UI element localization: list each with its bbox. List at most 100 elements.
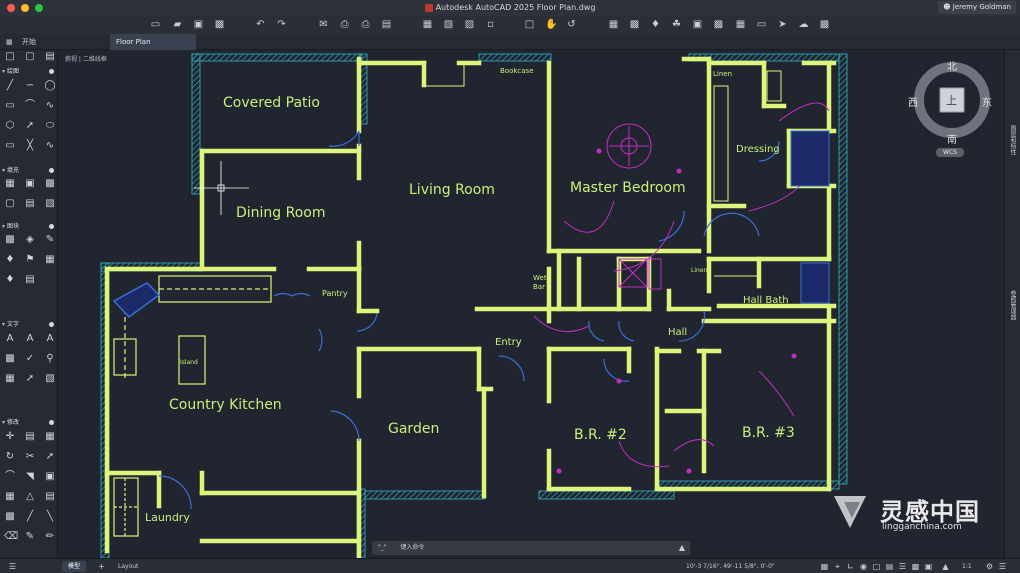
viewcube[interactable]: 北 南 西 东 上 WCS: [908, 58, 992, 170]
tool-palette-icon[interactable]: ☘: [671, 19, 682, 30]
extend-tool-icon[interactable]: ➚: [44, 451, 56, 463]
tab-floor-plan[interactable]: Floor Plan: [110, 34, 196, 50]
block-manage-icon[interactable]: ▤: [24, 274, 36, 286]
match-properties-icon[interactable]: ▨: [464, 19, 475, 30]
grid-view-icon[interactable]: ▦: [0, 34, 16, 50]
grid-toggle-icon[interactable]: ▦: [820, 562, 829, 571]
transparency-toggle-icon[interactable]: ▩: [911, 562, 920, 571]
send-icon[interactable]: ➤: [777, 19, 788, 30]
open-file-icon[interactable]: ▰: [172, 19, 183, 30]
leader-icon[interactable]: ➚: [24, 373, 36, 385]
layout-tab[interactable]: Layout: [112, 561, 144, 572]
edit-block-icon[interactable]: ✎: [44, 234, 56, 246]
attach-icon[interactable]: ▩: [629, 19, 640, 30]
xline-tool-icon[interactable]: ╳: [24, 140, 36, 152]
zoom-window-icon[interactable]: □: [524, 19, 535, 30]
block-palette-icon[interactable]: ▦: [44, 254, 56, 266]
section-options-icon[interactable]: [49, 420, 54, 425]
explode-tool-icon[interactable]: ▩: [4, 511, 16, 523]
layout-grid-icon[interactable]: ☰: [8, 562, 17, 571]
break-tool-icon[interactable]: ╲: [44, 511, 56, 523]
viewcube-east[interactable]: 东: [982, 94, 992, 109]
boundary-tool-icon[interactable]: ▩: [44, 178, 56, 190]
join-tool-icon[interactable]: ╱: [24, 511, 36, 523]
ellipse-tool-icon[interactable]: ⬭: [44, 120, 56, 132]
viewcube-top-face[interactable]: 上: [946, 92, 957, 108]
properties-icon[interactable]: ▧: [443, 19, 454, 30]
user-account-button[interactable]: ☻ Jeremy Goldman: [938, 1, 1016, 14]
batch-plot-icon[interactable]: ⎙: [360, 19, 371, 30]
polygon-tool-icon[interactable]: ⬡: [4, 120, 16, 132]
selection-cycling-icon[interactable]: ▣: [924, 562, 933, 571]
lineweight-toggle-icon[interactable]: ☰: [898, 562, 907, 571]
section-hatch[interactable]: ▾ 填充: [2, 166, 56, 175]
block-sync-icon[interactable]: ♦: [4, 274, 16, 286]
layer-icon[interactable]: ▦: [422, 19, 433, 30]
block-attribute-icon[interactable]: ♦: [4, 254, 16, 266]
block-tag-icon[interactable]: ⚑: [24, 254, 36, 266]
save-icon[interactable]: ▣: [193, 19, 204, 30]
wcs-menu[interactable]: WCS: [936, 148, 964, 157]
command-input-placeholder[interactable]: 键入命令: [400, 544, 424, 551]
insert-block-icon[interactable]: ▩: [4, 234, 16, 246]
pencil-tool-icon[interactable]: ✏: [44, 531, 56, 543]
scale-tool-icon[interactable]: ▣: [44, 471, 56, 483]
external-reference-icon[interactable]: ▦: [608, 19, 619, 30]
markup-icon[interactable]: ▣: [692, 19, 703, 30]
tab-start[interactable]: 开始: [16, 34, 42, 50]
multiline-text-icon[interactable]: A: [4, 333, 16, 345]
viewcube-south[interactable]: 南: [947, 131, 957, 146]
settings-gear-icon[interactable]: ⚙: [985, 562, 994, 571]
section-options-icon[interactable]: [49, 322, 54, 327]
wipeout-tool-icon[interactable]: ▢: [4, 198, 16, 210]
customize-menu-icon[interactable]: ☰: [998, 562, 1007, 571]
quick-calc-icon[interactable]: ▩: [713, 19, 724, 30]
find-text-icon[interactable]: ⚲: [44, 353, 56, 365]
cloud-icon[interactable]: ☁: [798, 19, 809, 30]
single-text-icon[interactable]: A: [24, 333, 36, 345]
snap-toggle-icon[interactable]: ⌖: [833, 562, 842, 571]
erase-tool-icon[interactable]: ⌫: [4, 531, 18, 543]
array-tool-icon[interactable]: ▦: [4, 491, 16, 503]
view-icon[interactable]: ▭: [756, 19, 767, 30]
create-block-icon[interactable]: ◈: [24, 234, 36, 246]
hatch-tool-icon[interactable]: ▦: [4, 178, 16, 190]
new-file-icon[interactable]: ▭: [150, 19, 161, 30]
rectangle-tool-icon[interactable]: ▭: [4, 100, 16, 112]
table-tool-icon[interactable]: ▧: [44, 198, 56, 210]
image-tool-icon[interactable]: ▤: [24, 198, 36, 210]
lengthen-tool-icon[interactable]: ✎: [24, 531, 36, 543]
command-line[interactable]: "_" 键入命令 ▲: [372, 541, 690, 555]
undo-icon[interactable]: ↶: [255, 19, 266, 30]
add-layout-icon[interactable]: +: [97, 562, 106, 571]
ortho-toggle-icon[interactable]: ∟: [846, 562, 855, 571]
drawing-canvas[interactable]: 俯视 | 二维线框 Covered Patio Dining Room Livi…: [59, 51, 1004, 558]
trim-tool-icon[interactable]: ✂: [24, 451, 36, 463]
section-modify[interactable]: ▾ 修改: [2, 418, 56, 427]
layers-properties-panel-tab[interactable]: 图层和特性: [1008, 125, 1017, 155]
redo-icon[interactable]: ↷: [276, 19, 287, 30]
viewcube-west[interactable]: 西: [908, 94, 918, 109]
stretch-tool-icon[interactable]: ▦: [44, 431, 56, 443]
mirror-tool-icon[interactable]: △: [24, 491, 36, 503]
section-block[interactable]: ▾ 图块: [2, 222, 56, 231]
arc-tool-icon[interactable]: ⌒: [24, 100, 36, 112]
print-preview-icon[interactable]: ▤: [381, 19, 392, 30]
ray-tool-icon[interactable]: ➚: [24, 120, 36, 132]
command-history-icon[interactable]: ▲: [679, 541, 685, 555]
copy-tool-icon[interactable]: ▤: [24, 431, 36, 443]
palette-view-icon[interactable]: □: [4, 51, 16, 63]
sketch-tool-icon[interactable]: ∿: [44, 140, 56, 152]
move-tool-icon[interactable]: ✛: [4, 431, 16, 443]
line-tool-icon[interactable]: ╱: [4, 80, 16, 92]
plot-icon[interactable]: ⎙: [339, 19, 350, 30]
text-style-icon[interactable]: A: [44, 333, 56, 345]
section-options-icon[interactable]: [49, 224, 54, 229]
chamfer-tool-icon[interactable]: ◥: [24, 471, 36, 483]
orbit-icon[interactable]: ↺: [566, 19, 577, 30]
spell-check-icon[interactable]: ✓: [24, 353, 36, 365]
region-tool-icon[interactable]: ▭: [4, 140, 16, 152]
collaborate-icon[interactable]: ▩: [819, 19, 830, 30]
viewcube-north[interactable]: 北: [947, 58, 957, 73]
osnap-toggle-icon[interactable]: □: [872, 562, 881, 571]
